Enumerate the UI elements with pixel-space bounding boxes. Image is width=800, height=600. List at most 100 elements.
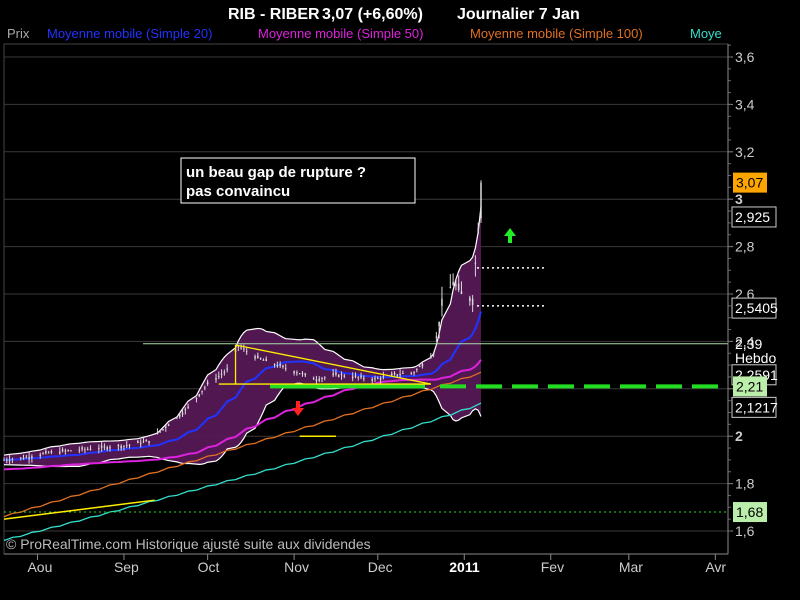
candle-body: [393, 372, 396, 375]
candle-body: [382, 376, 385, 378]
candle-body: [25, 457, 28, 459]
candle-body: [59, 451, 61, 454]
candle-body: [165, 426, 167, 428]
candle-body: [441, 298, 443, 306]
candle-body: [377, 378, 379, 380]
legend-item: Moyenne mobile (Simple 100): [470, 26, 643, 41]
green-price-label: 2,21: [736, 378, 763, 394]
candle-body: [399, 373, 401, 375]
candle-body: [98, 448, 100, 450]
candle-body: [145, 439, 148, 442]
candle-body: [430, 355, 432, 359]
chart-change: 3,07 (+6,60%): [322, 6, 423, 23]
candle-body: [117, 445, 120, 447]
candle-body: [455, 284, 457, 287]
candle-body: [128, 444, 131, 446]
candle-body: [335, 372, 337, 375]
candle-body: [67, 449, 69, 451]
price-labels: 3,072,9252,54052,39Hebdo2,25912,212,1217…: [731, 172, 778, 523]
x-tick-label: Dec: [368, 559, 393, 575]
x-tick-label: 2011: [449, 559, 480, 575]
candle-body: [201, 390, 203, 392]
candle-body: [318, 378, 320, 381]
x-tick-label: Sep: [114, 559, 139, 575]
candle-body: [410, 372, 413, 374]
candle-body: [120, 445, 122, 449]
candle-body: [195, 397, 198, 399]
candle-body: [435, 336, 438, 338]
candle-body: [184, 408, 187, 411]
candle-body: [457, 283, 460, 291]
candle-body: [371, 378, 373, 381]
candle-body: [340, 374, 343, 376]
candle-body: [215, 377, 217, 380]
candle-body: [8, 459, 11, 462]
candle-body: [42, 453, 44, 455]
candle-body: [11, 459, 14, 461]
candle-body: [452, 282, 454, 285]
candle-body: [469, 297, 471, 302]
annotation-line1: un beau gap de rupture ?: [186, 164, 366, 181]
candle-body: [142, 441, 145, 443]
x-tick-label: Avr: [705, 559, 726, 575]
candle-body: [61, 449, 64, 452]
candle-body: [379, 377, 382, 380]
candle-body: [237, 346, 240, 348]
candle-body: [86, 448, 89, 450]
candle-body: [257, 355, 259, 358]
candle-body: [50, 451, 53, 453]
price-chart: 3,63,43,232,82,62,42,221,81,6 AouSepOctN…: [3, 6, 778, 575]
candle-body: [137, 441, 139, 444]
y-tick-label: 3,2: [735, 144, 755, 160]
legend-item: Prix: [7, 26, 30, 41]
chart-period: Journalier 7 Jan: [457, 6, 580, 23]
candle-body: [223, 371, 226, 373]
candle-body: [351, 376, 354, 379]
y-tick-label: 1,8: [735, 476, 755, 492]
candle-body: [22, 457, 25, 460]
price-box-label: 2,925: [735, 209, 770, 225]
y-tick-label: 2,8: [735, 239, 755, 255]
candle-body: [64, 450, 67, 452]
candle-body: [78, 449, 81, 451]
candle-body: [100, 445, 103, 448]
candle-body: [284, 368, 287, 370]
candle-body: [363, 377, 365, 379]
candle-body: [89, 448, 92, 451]
candle-body: [438, 321, 440, 327]
candle-body: [390, 373, 393, 376]
candle-body: [198, 394, 201, 397]
candle-body: [47, 452, 50, 454]
legend-item: Moyenne mobile (Simple 20): [47, 26, 212, 41]
x-tick-label: Mar: [619, 559, 643, 575]
legend-item: Moye: [690, 26, 722, 41]
candle-body: [187, 406, 189, 408]
y-tick-label: 3,4: [735, 96, 755, 112]
candle-body: [416, 369, 418, 371]
candle-body: [324, 377, 326, 379]
candle-body: [337, 374, 340, 377]
candle-body: [298, 373, 301, 375]
y-tick-label: 2: [735, 428, 743, 444]
candle-body: [396, 374, 399, 376]
candle-body: [70, 450, 72, 452]
price-label: Hebdo: [735, 350, 776, 366]
candle-body: [265, 358, 267, 362]
candle-body: [374, 378, 376, 380]
candle-body: [243, 348, 245, 350]
candle-body: [245, 351, 248, 353]
candle-body: [109, 446, 111, 449]
candle-body: [402, 373, 404, 375]
candle-body: [360, 375, 362, 378]
candle-body: [432, 353, 435, 356]
candle-body: [3, 459, 5, 461]
candle-body: [240, 347, 242, 349]
candle-body: [206, 382, 209, 385]
candle-body: [332, 373, 334, 376]
last-price-label: 3,07: [736, 175, 763, 191]
candle-body: [357, 376, 360, 378]
price-box-label: 2,5405: [735, 300, 778, 316]
x-axis: Aou Sep Oct Nov Dec 2011 Fev Mar Avr: [4, 553, 728, 575]
candle-body: [28, 456, 30, 460]
candle-body: [148, 440, 150, 443]
